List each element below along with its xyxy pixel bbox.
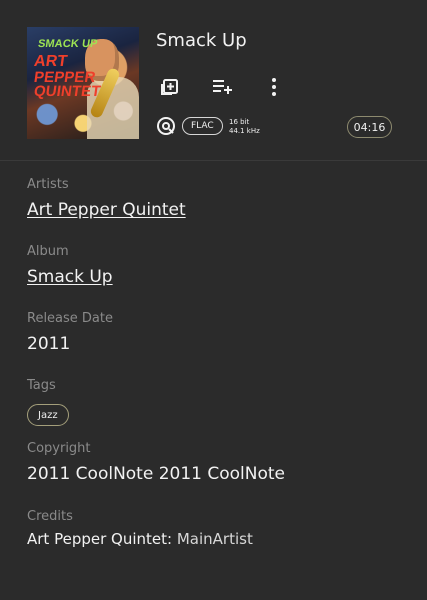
artists-link[interactable]: Art Pepper Quintet — [27, 200, 186, 220]
add-to-queue-icon — [213, 80, 232, 94]
more-options-button[interactable] — [261, 74, 287, 100]
cover-title: SMACK UP — [37, 38, 99, 50]
track-header: SMACK UP ART PEPPER QUINTET Smack Up FLA… — [0, 0, 427, 161]
album-label: Album — [27, 244, 69, 259]
bit-depth: 16 bit — [229, 118, 250, 126]
album-cover: SMACK UP ART PEPPER QUINTET — [27, 27, 139, 139]
format-badge: FLAC — [182, 117, 223, 135]
track-title: Smack Up — [156, 30, 247, 51]
release-date-value: 2011 — [27, 334, 71, 354]
tag-jazz[interactable]: Jazz — [27, 404, 69, 426]
duration-badge: 04:16 — [347, 116, 392, 138]
more-vert-icon — [272, 78, 276, 96]
add-to-queue-button[interactable] — [209, 74, 235, 100]
add-to-library-button[interactable] — [157, 74, 183, 100]
hi-res-quality-icon — [157, 117, 175, 135]
release-date-label: Release Date — [27, 311, 113, 326]
artists-label: Artists — [27, 177, 69, 192]
credits-label: Credits — [27, 509, 73, 524]
credits-role: MainArtist — [176, 530, 253, 548]
credits-artist: Art Pepper Quintet: — [27, 530, 173, 548]
add-to-library-icon — [161, 79, 178, 95]
credits-value: Art Pepper Quintet: MainArtist — [27, 530, 253, 548]
copyright-value: 2011 CoolNote 2011 CoolNote — [27, 464, 286, 484]
cover-line-3: QUINTET — [32, 83, 102, 100]
sample-rate: 44.1 kHz — [229, 127, 260, 135]
copyright-label: Copyright — [27, 441, 91, 456]
album-link[interactable]: Smack Up — [27, 267, 113, 287]
tags-label: Tags — [27, 378, 56, 393]
